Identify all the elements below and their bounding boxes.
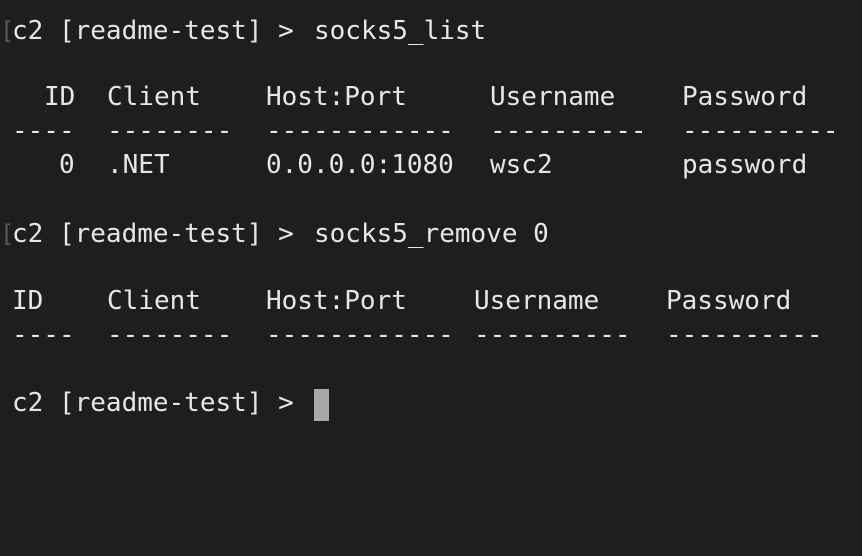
col-id-header-2: ID (12, 286, 44, 316)
cell-hostport: 0.0.0.0:1080 (266, 150, 454, 180)
sep-id: ---- (12, 116, 75, 146)
cell-username: wsc2 (490, 150, 553, 180)
sep-client: -------- (107, 116, 233, 146)
command-line-2: [ c2 [readme-test] > socks5_remove 0 (0, 217, 862, 251)
col-id-header: ID (44, 82, 76, 112)
col-password-header: Password (682, 82, 808, 112)
table-1-header: ID Client Host:Port Username Password (0, 80, 862, 114)
sep-username: ---------- (490, 116, 647, 146)
terminal-window[interactable]: [ c2 [readme-test] > socks5_list ID Clie… (0, 0, 862, 442)
col-username-header: Username (490, 82, 616, 112)
col-client-header-2: Client (107, 286, 201, 316)
command-2: socks5_remove 0 (314, 219, 549, 249)
sep-hostport: ------------ (266, 116, 454, 146)
cell-id: 0 (59, 150, 75, 180)
prompt-2: c2 [readme-test] > (12, 219, 310, 249)
table-2-separator: ---- -------- ------------ ---------- --… (0, 318, 862, 352)
command-line-1: [ c2 [readme-test] > socks5_list (0, 14, 862, 48)
sep-username-2: ---------- (474, 320, 631, 350)
table-2-header: ID Client Host:Port Username Password (0, 284, 862, 318)
table-row: 0 .NET 0.0.0.0:1080 wsc2 password (0, 148, 862, 182)
col-client-header: Client (107, 82, 201, 112)
col-hostport-header: Host:Port (266, 82, 407, 112)
col-password-header-2: Password (666, 286, 792, 316)
text-cursor[interactable] (314, 389, 329, 421)
sep-id-2: ---- (12, 320, 75, 350)
sep-password: ---------- (682, 116, 839, 146)
sep-hostport-2: ------------ (266, 320, 454, 350)
sep-password-2: ---------- (666, 320, 823, 350)
cell-client: .NET (107, 150, 170, 180)
table-1-separator: ---- -------- ------------ ---------- --… (0, 114, 862, 148)
current-prompt: c2 [readme-test] > (12, 388, 310, 418)
command-1: socks5_list (314, 16, 487, 46)
sep-client-2: -------- (107, 320, 233, 350)
prompt-1: c2 [readme-test] > (12, 16, 310, 46)
col-hostport-header-2: Host:Port (266, 286, 407, 316)
current-prompt-line[interactable]: c2 [readme-test] > (0, 386, 862, 421)
col-username-header-2: Username (474, 286, 600, 316)
cell-password: password (682, 150, 808, 180)
